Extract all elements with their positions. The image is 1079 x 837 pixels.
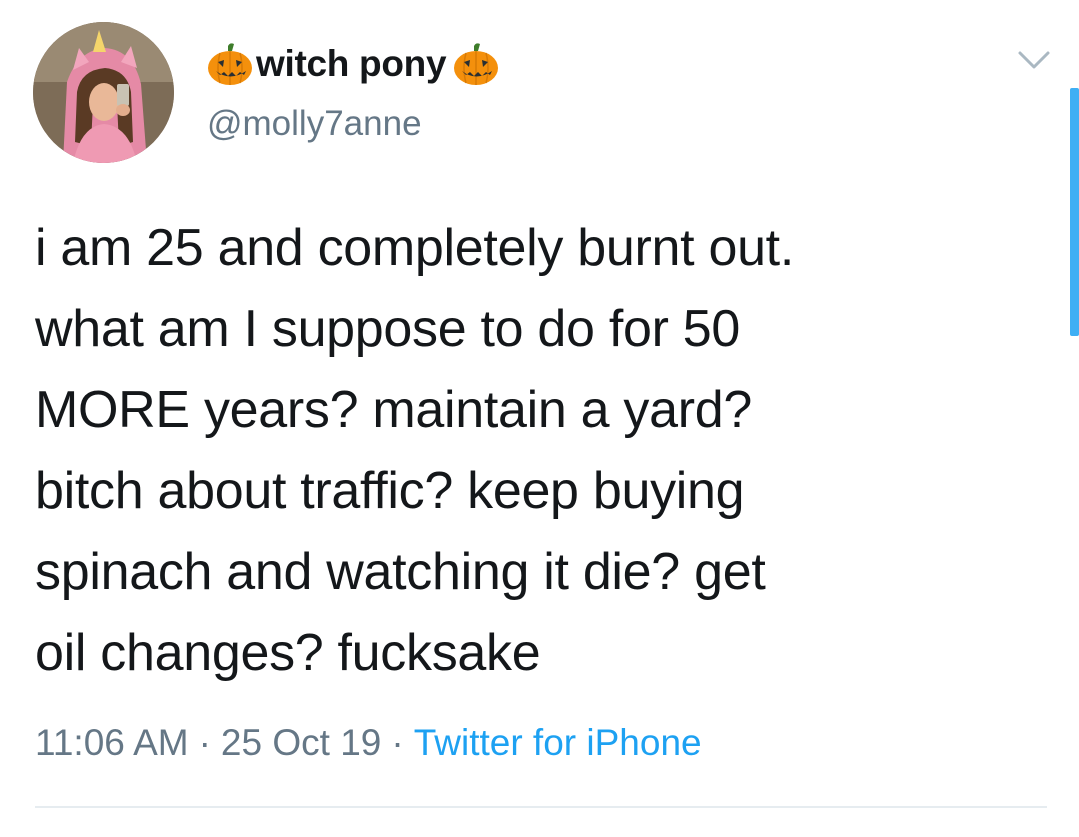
display-name: witch pony bbox=[256, 43, 447, 84]
jack-o-lantern-icon bbox=[452, 40, 500, 88]
meta-separator: · bbox=[391, 722, 404, 763]
tweet-text: i am 25 and completely burnt out. what a… bbox=[35, 208, 1045, 694]
display-name-row[interactable]: witch pony bbox=[206, 38, 500, 90]
tweet-text-line: MORE years? maintain a yard? bbox=[35, 381, 753, 439]
tweet-text-line: bitch about traffic? keep buying bbox=[35, 462, 745, 520]
jack-o-lantern-icon bbox=[206, 40, 254, 88]
tweet-card: witch pony @molly7anne i am 25 and compl… bbox=[0, 0, 1079, 837]
tweet-text-line: spinach and watching it die? get bbox=[35, 543, 766, 601]
tweet-source-link[interactable]: Twitter for iPhone bbox=[414, 722, 702, 763]
divider bbox=[35, 806, 1047, 808]
tweet-date[interactable]: 25 Oct 19 bbox=[221, 722, 381, 763]
tweet-text-line: oil changes? fucksake bbox=[35, 624, 541, 682]
scrollbar[interactable] bbox=[1070, 88, 1079, 336]
tweet-text-line: what am I suppose to do for 50 bbox=[35, 300, 740, 358]
avatar[interactable] bbox=[33, 22, 174, 163]
tweet-meta: 11:06 AM · 25 Oct 19 · Twitter for iPhone bbox=[35, 722, 702, 764]
tweet-time[interactable]: 11:06 AM bbox=[35, 722, 189, 763]
chevron-down-icon[interactable] bbox=[1017, 48, 1051, 72]
user-handle[interactable]: @molly7anne bbox=[207, 104, 422, 144]
meta-separator: · bbox=[198, 722, 211, 763]
tweet-text-line: i am 25 and completely burnt out. bbox=[35, 219, 794, 277]
